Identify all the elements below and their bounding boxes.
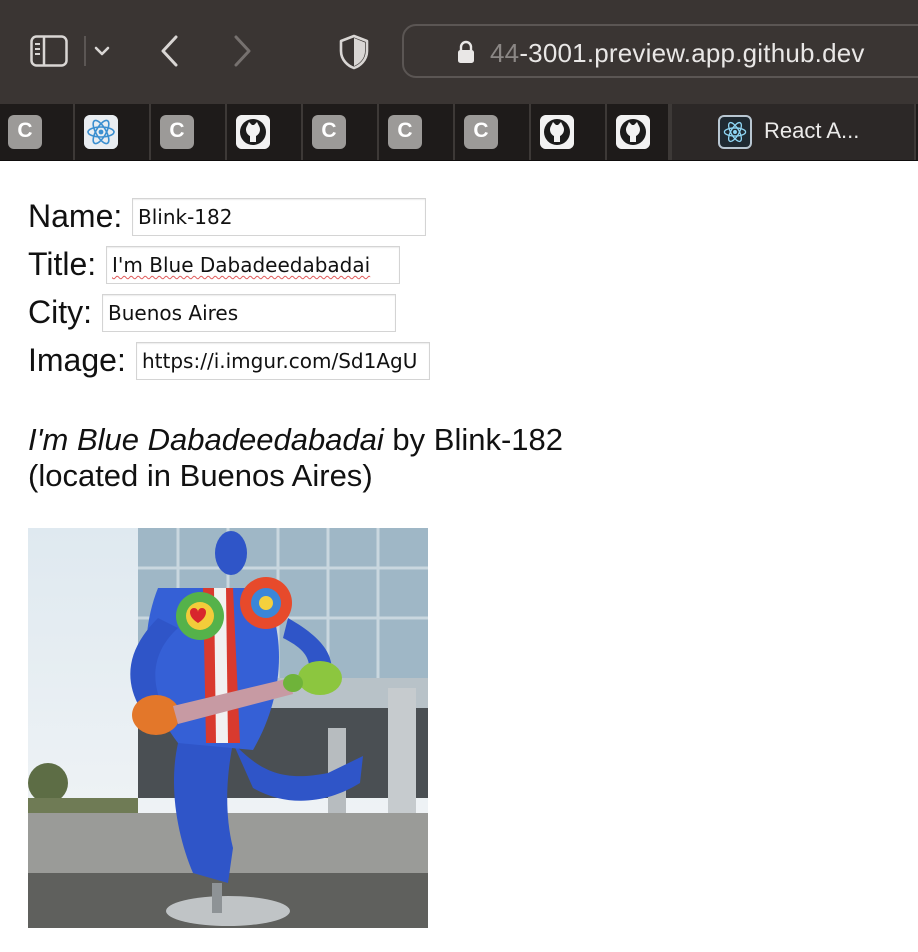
pinned-tab[interactable]	[76, 104, 151, 160]
c-icon-letter: C	[397, 119, 413, 142]
summary-name: Blink-182	[433, 422, 564, 457]
github-icon	[540, 115, 574, 149]
address-bar[interactable]: 44-3001.preview.app.github.dev	[402, 24, 918, 78]
url-text: 44-3001.preview.app.github.dev	[490, 38, 865, 69]
sidebar-toggle-icon[interactable]	[30, 35, 68, 67]
c-icon: C	[8, 115, 42, 149]
c-icon-letter: C	[169, 119, 185, 142]
c-icon: C	[160, 115, 194, 149]
c-icon-letter: C	[17, 119, 33, 142]
pinned-tab[interactable]: C	[0, 104, 75, 160]
summary-title: I'm Blue Dabadeedabadai	[28, 422, 384, 457]
github-icon	[236, 115, 270, 149]
city-label: City:	[28, 294, 92, 330]
image-url-input[interactable]: https://i.imgur.com/Sd1AgU	[136, 342, 430, 380]
browser-toolbar: 44-3001.preview.app.github.dev	[0, 0, 918, 104]
image-label: Image:	[28, 342, 126, 378]
react-icon	[84, 115, 118, 149]
github-icon	[616, 115, 650, 149]
pinned-tab[interactable]: C	[304, 104, 379, 160]
title-input[interactable]: I'm Blue Dabadeedabadai	[106, 246, 400, 284]
forward-arrow-icon[interactable]	[228, 34, 256, 68]
tab-strip: C C C C C React A...	[0, 104, 918, 161]
c-icon: C	[464, 115, 498, 149]
c-icon-letter: C	[321, 119, 337, 142]
c-icon: C	[388, 115, 422, 149]
pinned-tab[interactable]: C	[380, 104, 455, 160]
back-arrow-icon[interactable]	[156, 34, 184, 68]
profile-summary: I'm Blue Dabadeedabadai by Blink-182 (lo…	[28, 422, 563, 494]
lock-icon	[458, 40, 474, 63]
url-host: -3001.preview.app.github.dev	[519, 38, 865, 68]
summary-by: by	[383, 422, 434, 457]
chevron-down-icon[interactable]	[92, 40, 112, 62]
url-prefix: 44	[490, 38, 520, 68]
toolbar-divider	[84, 36, 86, 66]
tab-title: React A...	[764, 118, 860, 143]
react-icon	[718, 115, 752, 149]
pinned-tab[interactable]	[532, 104, 607, 160]
summary-city: Buenos Aires	[179, 458, 363, 493]
privacy-shield-icon[interactable]	[338, 34, 370, 70]
pinned-tab[interactable]	[228, 104, 303, 160]
pinned-tab[interactable]	[608, 104, 670, 160]
city-input[interactable]: Buenos Aires	[102, 294, 396, 332]
c-icon: C	[312, 115, 346, 149]
summary-loc-open: (located in	[28, 458, 180, 493]
sculpture-photo	[28, 528, 428, 928]
c-icon-letter: C	[473, 119, 489, 142]
pinned-tab[interactable]: C	[152, 104, 227, 160]
pinned-tab[interactable]: C	[456, 104, 531, 160]
name-label: Name:	[28, 198, 123, 234]
title-input-text: I'm Blue Dabadeedabadai	[112, 253, 371, 277]
summary-loc-close: )	[362, 458, 373, 493]
title-label: Title:	[28, 246, 97, 282]
tab-react-app[interactable]: React A...	[670, 104, 916, 160]
name-input[interactable]: Blink-182	[132, 198, 426, 236]
